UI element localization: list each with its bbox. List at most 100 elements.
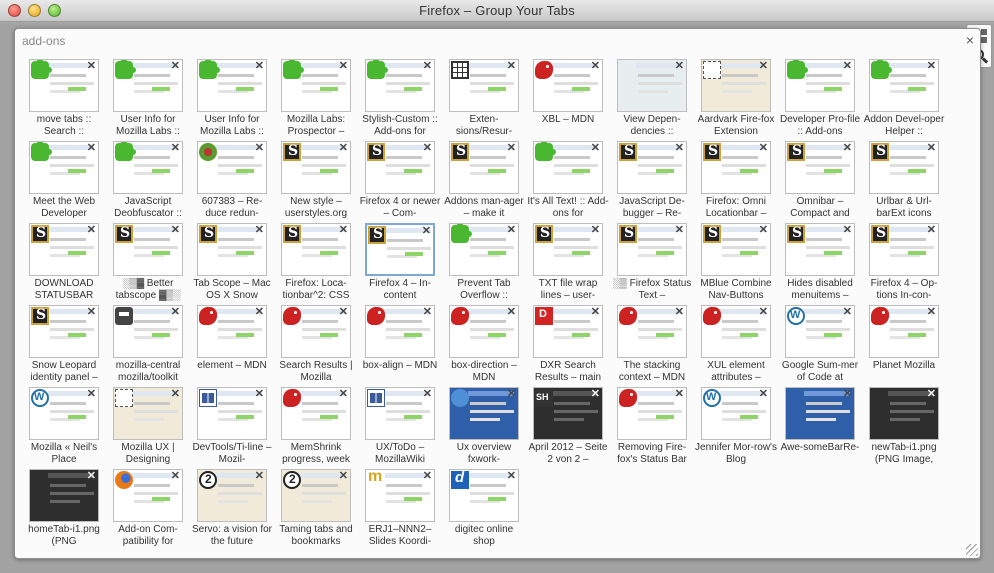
- tab-thumbnail[interactable]: ✕ ERJ1–NNN2–Slides Koordi-: [365, 469, 435, 549]
- close-tab-icon[interactable]: ✕: [675, 224, 684, 236]
- close-tab-icon[interactable]: ✕: [171, 60, 180, 72]
- close-tab-icon[interactable]: ✕: [927, 224, 936, 236]
- tab-thumbnail[interactable]: ✕ box-align – MDN: [363, 305, 437, 385]
- close-tab-icon[interactable]: ✕: [759, 306, 768, 318]
- tab-preview[interactable]: ✕: [533, 305, 603, 358]
- tab-preview[interactable]: ✕: [617, 59, 687, 112]
- tab-preview[interactable]: ✕: [533, 59, 603, 112]
- close-tab-icon[interactable]: ✕: [255, 470, 264, 482]
- tab-thumbnail[interactable]: ✕ Add-on Com-patibility for: [113, 469, 183, 549]
- tab-preview[interactable]: ✕: [113, 59, 183, 112]
- close-tab-icon[interactable]: ✕: [675, 388, 684, 400]
- close-tab-icon[interactable]: ✕: [87, 388, 96, 400]
- tab-thumbnail[interactable]: ✕ Addon Devel-oper Helper ::: [864, 59, 944, 139]
- tab-preview[interactable]: ✕: [365, 305, 435, 358]
- close-tab-icon[interactable]: ✕: [339, 388, 348, 400]
- tab-preview[interactable]: ✕: [281, 469, 351, 522]
- tab-thumbnail[interactable]: ✕ MemShrink progress, week: [281, 387, 351, 467]
- tab-thumbnail[interactable]: ✕ Mozilla UX | Designing: [113, 387, 183, 467]
- tab-preview[interactable]: ✕: [29, 305, 99, 358]
- tab-thumbnail[interactable]: ✕ Search Results | Mozilla: [279, 305, 353, 385]
- close-tab-icon[interactable]: ✕: [171, 224, 180, 236]
- close-tab-icon[interactable]: ✕: [759, 142, 768, 154]
- tab-thumbnail[interactable]: ✕ 607383 – Re-duce redun-: [197, 141, 267, 221]
- tab-preview[interactable]: ✕: [197, 59, 267, 112]
- close-tab-icon[interactable]: ✕: [423, 388, 432, 400]
- tab-thumbnail[interactable]: ✕ homeTab-i1.png (PNG: [28, 469, 100, 549]
- tab-thumbnail[interactable]: ✕ Taming tabs and bookmarks: [279, 469, 353, 549]
- close-tab-icon[interactable]: ✕: [87, 224, 96, 236]
- close-tab-icon[interactable]: ✕: [591, 306, 600, 318]
- close-tab-icon[interactable]: ✕: [255, 306, 264, 318]
- close-tab-icon[interactable]: ✕: [423, 60, 432, 72]
- close-tab-icon[interactable]: ✕: [87, 470, 96, 482]
- close-tab-icon[interactable]: ✕: [171, 470, 180, 482]
- close-tab-icon[interactable]: ✕: [339, 142, 348, 154]
- tab-thumbnail[interactable]: ✕ Firefox 4 – Op-tions In-con-: [869, 223, 939, 303]
- tab-thumbnail[interactable]: ✕ DOWNLOAD STATUSBAR: [29, 223, 99, 303]
- close-tab-icon[interactable]: ✕: [759, 224, 768, 236]
- close-tab-icon[interactable]: ✕: [507, 60, 516, 72]
- tab-preview[interactable]: ✕: [449, 469, 519, 522]
- close-tab-icon[interactable]: ✕: [843, 306, 852, 318]
- tab-thumbnail[interactable]: ✕ XBL – MDN: [533, 59, 603, 139]
- tab-thumbnail[interactable]: ✕ New style – userstyles.org: [281, 141, 351, 221]
- tab-thumbnail[interactable]: ✕ move tabs :: Search ::: [29, 59, 99, 139]
- tab-preview[interactable]: ✕: [281, 223, 351, 276]
- close-tab-icon[interactable]: ✕: [927, 60, 936, 72]
- tab-preview[interactable]: ✕: [617, 223, 687, 276]
- close-tab-icon[interactable]: ✕: [507, 306, 516, 318]
- tab-preview[interactable]: ✕: [197, 223, 267, 276]
- tab-preview[interactable]: ✕: [197, 305, 267, 358]
- tab-preview[interactable]: ✕: [533, 387, 603, 440]
- tab-preview[interactable]: ✕: [785, 59, 855, 112]
- close-tab-icon[interactable]: ✕: [927, 142, 936, 154]
- close-tab-icon[interactable]: ✕: [843, 60, 852, 72]
- group-title[interactable]: add-ons: [22, 34, 65, 48]
- tab-thumbnail[interactable]: ✕ It's All Text! :: Add-ons for: [527, 141, 609, 221]
- tab-thumbnail[interactable]: ✕ newTab-i1.png (PNG Image,: [869, 387, 939, 467]
- tab-preview[interactable]: ✕: [113, 387, 183, 440]
- tab-preview[interactable]: ✕: [365, 387, 435, 440]
- close-tab-icon[interactable]: ✕: [171, 306, 180, 318]
- tab-thumbnail[interactable]: ✕ JavaScript Deobfuscator ::: [113, 141, 183, 221]
- close-tab-icon[interactable]: ✕: [255, 388, 264, 400]
- tab-thumbnail[interactable]: ✕ DXR Search Results – main: [533, 305, 603, 385]
- tab-preview[interactable]: ✕: [29, 59, 99, 112]
- tab-preview[interactable]: ✕: [29, 469, 99, 522]
- tab-preview[interactable]: ✕: [449, 387, 519, 440]
- tab-preview[interactable]: ✕: [29, 223, 99, 276]
- close-tab-icon[interactable]: ✕: [675, 306, 684, 318]
- tab-thumbnail[interactable]: ✕ Mozilla Labs: Prospector –: [281, 59, 351, 139]
- close-tab-icon[interactable]: ✕: [507, 470, 516, 482]
- tab-preview[interactable]: ✕: [869, 387, 939, 440]
- tab-thumbnail[interactable]: ✕ mozilla-central mozilla/toolkit: [113, 305, 183, 385]
- tab-thumbnail[interactable]: ✕ Jennifer Mor-row's Blog: [695, 387, 777, 467]
- tab-preview[interactable]: ✕: [281, 59, 351, 112]
- tab-thumbnail[interactable]: ✕ User Info for Mozilla Labs ::: [113, 59, 183, 139]
- tab-preview[interactable]: ✕: [113, 141, 183, 194]
- close-tab-icon[interactable]: ✕: [675, 60, 684, 72]
- tab-preview[interactable]: ✕: [869, 59, 939, 112]
- tab-thumbnail[interactable]: ✕ JavaScript De-bugger – Re-: [617, 141, 687, 221]
- tab-preview[interactable]: ✕: [365, 141, 435, 194]
- close-tab-icon[interactable]: ✕: [591, 142, 600, 154]
- tab-thumbnail[interactable]: ✕ ░▒▓ Better tabscope ▓▒░: [113, 223, 183, 303]
- close-tab-icon[interactable]: ✕: [843, 224, 852, 236]
- tab-preview[interactable]: ✕: [197, 141, 267, 194]
- tab-preview[interactable]: ✕: [701, 141, 771, 194]
- tab-thumbnail[interactable]: ✕ Stylish-Custom :: Add-ons for: [362, 59, 438, 139]
- close-icon[interactable]: ×: [966, 32, 974, 48]
- tab-preview[interactable]: ✕: [365, 59, 435, 112]
- tab-thumbnail[interactable]: ✕ Firefox 4 or newer – Com-: [360, 141, 440, 221]
- tab-preview[interactable]: ✕: [29, 387, 99, 440]
- close-tab-icon[interactable]: ✕: [843, 142, 852, 154]
- tab-thumbnail[interactable]: ✕ digitec online shop: [449, 469, 519, 549]
- tab-thumbnail[interactable]: ✕ Firefox 4 – In-content: [365, 223, 435, 303]
- tab-preview[interactable]: ✕: [197, 387, 267, 440]
- resize-grip-icon[interactable]: [966, 544, 978, 556]
- tab-preview[interactable]: ✕: [617, 305, 687, 358]
- close-tab-icon[interactable]: ✕: [87, 306, 96, 318]
- tab-thumbnail[interactable]: ✕ Prevent Tab Overflow ::: [449, 223, 519, 303]
- tab-thumbnail[interactable]: ✕ TXT file wrap lines – user-: [533, 223, 603, 303]
